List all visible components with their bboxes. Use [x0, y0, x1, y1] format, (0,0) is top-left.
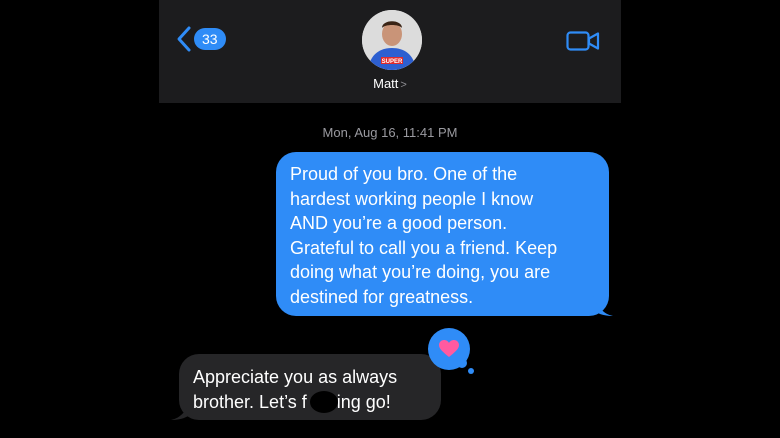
message-line: destined for greatness. — [290, 286, 474, 307]
avatar[interactable]: SUPER — [362, 10, 422, 70]
censor-blot — [310, 391, 338, 413]
message-line: Proud of you bro. One of the — [290, 164, 518, 184]
avatar-shirt-text: SUPER — [382, 59, 403, 65]
conversation-header: 33 SUPER Matt > — [159, 0, 621, 103]
back-button[interactable]: 33 — [176, 25, 226, 53]
outgoing-message-bubble[interactable]: Proud of you bro. One of the hardest wor… — [276, 152, 609, 316]
message-line: Grateful to call you a friend. Keep — [290, 237, 558, 258]
contact-name-label: Matt — [373, 76, 399, 91]
message-line: doing what you’re doing, you are — [290, 262, 551, 282]
bubble-tail-incoming — [171, 400, 191, 420]
chevron-left-icon — [177, 26, 191, 52]
facetime-video-button[interactable] — [566, 30, 600, 57]
message-line: AND you’re a good person. — [290, 213, 508, 233]
unread-count-badge: 33 — [194, 28, 226, 50]
message-timestamp: Mon, Aug 16, 11:41 PM — [322, 125, 458, 140]
bubble-tail-outgoing — [593, 296, 613, 316]
message-line: hardest working people I know — [290, 188, 534, 209]
contact-name[interactable]: Matt > — [159, 76, 621, 91]
messages-screen: 33 SUPER Matt > Mon, Aug 16, 11:41 PM Pro… — [159, 0, 621, 438]
video-camera-icon — [566, 31, 600, 51]
heart-icon[interactable] — [427, 327, 475, 375]
chevron-right-icon: > — [400, 79, 407, 91]
